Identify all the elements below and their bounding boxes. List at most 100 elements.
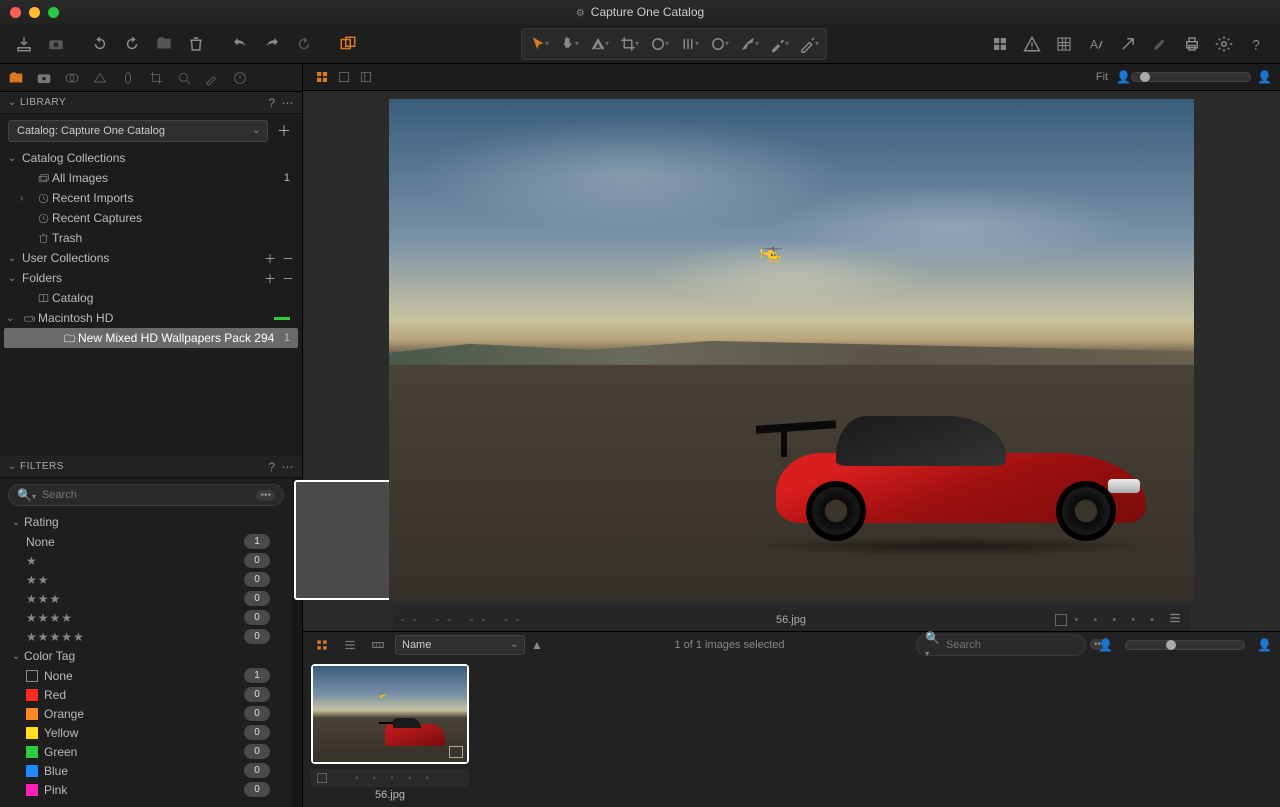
slider-knob[interactable] (1166, 640, 1176, 650)
search-more-icon[interactable]: ••• (256, 490, 275, 501)
zoom-slider[interactable] (1131, 72, 1251, 82)
rating-header[interactable]: ⌄Rating (0, 512, 292, 532)
thumb-filmstrip-icon[interactable] (367, 635, 389, 655)
rotate-tool-icon[interactable]: ▾ (644, 31, 674, 57)
print-icon[interactable] (1178, 30, 1206, 58)
color-tag-row[interactable]: Pink0 (0, 780, 292, 799)
adjust-brush-icon[interactable]: ▾ (794, 31, 824, 57)
rating-star-row[interactable]: ★0 (0, 551, 292, 570)
remove-icon[interactable]: － (282, 270, 294, 287)
color-tag-row[interactable]: Yellow0 (0, 723, 292, 742)
crop-icon[interactable]: ▾ (614, 31, 644, 57)
spot-icon[interactable]: ▾ (704, 31, 734, 57)
filters-search[interactable]: 🔍▾ ••• (8, 484, 284, 506)
remove-icon[interactable]: － (282, 250, 294, 267)
export-icon[interactable] (1114, 30, 1142, 58)
add-icon[interactable]: ＋ (264, 250, 276, 267)
rotate-left-icon[interactable] (86, 30, 114, 58)
color-tag-icon[interactable] (1055, 614, 1067, 626)
redo-icon[interactable] (258, 30, 286, 58)
sort-select[interactable]: Name (395, 635, 525, 655)
filters-panel-header[interactable]: ⌄ FILTERS ? ⋯ (0, 456, 302, 478)
help-icon[interactable]: ? (1242, 30, 1270, 58)
image-preview[interactable]: 🚁 (389, 99, 1194, 601)
thumb-size-slider[interactable] (1125, 640, 1245, 650)
color-tag-row[interactable]: None1 (0, 666, 292, 685)
loupe-icon[interactable]: ▾ (584, 31, 614, 57)
view-grid-icon[interactable] (311, 67, 333, 87)
thumb-grid-icon[interactable] (311, 635, 333, 655)
help-icon[interactable]: ? (268, 460, 275, 474)
lens-tab-icon[interactable] (62, 68, 82, 88)
library-tab-icon[interactable] (6, 68, 26, 88)
list-icon[interactable] (1168, 611, 1182, 628)
trash-icon[interactable] (182, 30, 210, 58)
slider-knob[interactable] (1140, 72, 1150, 82)
color-tag-header[interactable]: ⌄Color Tag (0, 646, 292, 666)
recent-imports-row[interactable]: › Recent Imports (0, 188, 302, 208)
reset-icon[interactable] (290, 30, 318, 58)
pointer-icon[interactable]: ▾ (524, 31, 554, 57)
more-icon[interactable]: ⋯ (282, 96, 295, 110)
grid-icon[interactable] (986, 30, 1014, 58)
rotate-right-icon[interactable] (118, 30, 146, 58)
search-input[interactable] (944, 638, 1090, 652)
exposure-tab-icon[interactable] (118, 68, 138, 88)
rating-star-row[interactable]: ★★★0 (0, 589, 292, 608)
minimize-window[interactable] (29, 7, 40, 18)
edit-icon[interactable] (1146, 30, 1174, 58)
warning-icon[interactable] (1018, 30, 1046, 58)
capture-icon[interactable] (42, 30, 70, 58)
capture-tab-icon[interactable] (34, 68, 54, 88)
catalog-folder-row[interactable]: Catalog (0, 288, 302, 308)
drive-row[interactable]: ⌄ Macintosh HD (0, 308, 302, 328)
trash-row[interactable]: Trash (0, 228, 302, 248)
color-tab-icon[interactable] (90, 68, 110, 88)
color-tag-row[interactable]: Blue0 (0, 761, 292, 780)
rating-star-row[interactable]: ★★★★0 (0, 608, 292, 627)
rating-none[interactable]: None 1 (0, 532, 292, 551)
catalog-select[interactable]: Catalog: Capture One Catalog (8, 120, 268, 142)
thumbnail[interactable]: 🚁 (311, 664, 469, 764)
catalog-collections-row[interactable]: ⌄Catalog Collections (0, 148, 302, 168)
search-input[interactable] (40, 488, 257, 502)
variants-icon[interactable] (334, 30, 362, 58)
color-tag-icon[interactable] (317, 773, 327, 783)
add-catalog-icon[interactable]: ＋ (274, 121, 294, 141)
user-collections-row[interactable]: ⌄User Collections ＋－ (0, 248, 302, 268)
rating-dots[interactable]: • • • • • (1075, 614, 1160, 626)
crop-tab-icon[interactable] (146, 68, 166, 88)
view-single-icon[interactable] (333, 67, 355, 87)
subfolder-row[interactable]: New Mixed HD Wallpapers Pack 294 1 (4, 328, 298, 348)
eyedropper-icon[interactable]: ▾ (764, 31, 794, 57)
color-tag-row[interactable]: Red0 (0, 685, 292, 704)
keystone-icon[interactable]: ▾ (674, 31, 704, 57)
settings-icon[interactable] (1210, 30, 1238, 58)
gridlines-icon[interactable] (1050, 30, 1078, 58)
metadata-tab-icon[interactable] (230, 68, 250, 88)
view-split-icon[interactable] (355, 67, 377, 87)
all-images-row[interactable]: All Images 1 (0, 168, 302, 188)
folders-row[interactable]: ⌄Folders ＋－ (0, 268, 302, 288)
mask-brush-icon[interactable]: ▾ (734, 31, 764, 57)
library-panel-header[interactable]: ⌄ LIBRARY ? ⋯ (0, 92, 302, 114)
color-tag-row[interactable]: Green0 (0, 742, 292, 761)
adjust-tab-icon[interactable] (202, 68, 222, 88)
zoom-window[interactable] (48, 7, 59, 18)
import-icon[interactable] (10, 30, 38, 58)
color-tag-row[interactable]: Orange0 (0, 704, 292, 723)
recent-captures-row[interactable]: Recent Captures (0, 208, 302, 228)
sort-direction-icon[interactable]: ▲ (531, 638, 543, 652)
move-to-icon[interactable] (150, 30, 178, 58)
undo-icon[interactable] (226, 30, 254, 58)
annotate-icon[interactable]: A (1082, 30, 1110, 58)
rating-star-row[interactable]: ★★0 (0, 570, 292, 589)
filters-scrollbar[interactable] (292, 478, 302, 807)
details-tab-icon[interactable] (174, 68, 194, 88)
browser-search[interactable]: 🔍▾ ••• (916, 634, 1086, 656)
close-window[interactable] (10, 7, 21, 18)
help-icon[interactable]: ? (268, 96, 275, 110)
rating-dots[interactable]: • • • • • (327, 773, 463, 783)
thumb-list-icon[interactable] (339, 635, 361, 655)
pan-icon[interactable]: ▾ (554, 31, 584, 57)
